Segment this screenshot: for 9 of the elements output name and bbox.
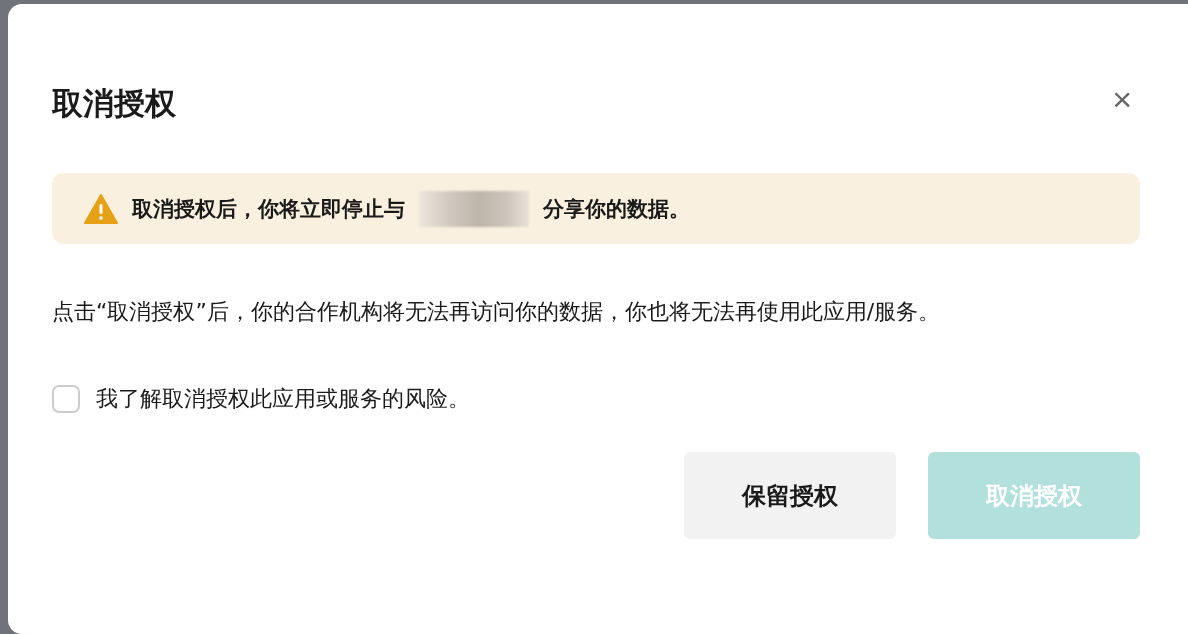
warning-icon (84, 193, 118, 224)
warning-text: 分享你的数据。 (543, 195, 690, 223)
close-button[interactable]: × (1104, 82, 1140, 116)
warning-text: 取消授权后，你将立即停止与 (132, 195, 405, 223)
message-text: 点击“取消授权”后，你的合作机构将无法再访问你的数据，你也将无法再使用此应用/服务。 (52, 298, 942, 326)
consent-checkbox[interactable] (52, 385, 80, 413)
keep-button[interactable]: 保留授权 (684, 452, 896, 539)
consent-label: 我了解取消授权此应用或服务的风险。 (96, 385, 470, 413)
dialog-title: 取消授权 (52, 84, 176, 123)
